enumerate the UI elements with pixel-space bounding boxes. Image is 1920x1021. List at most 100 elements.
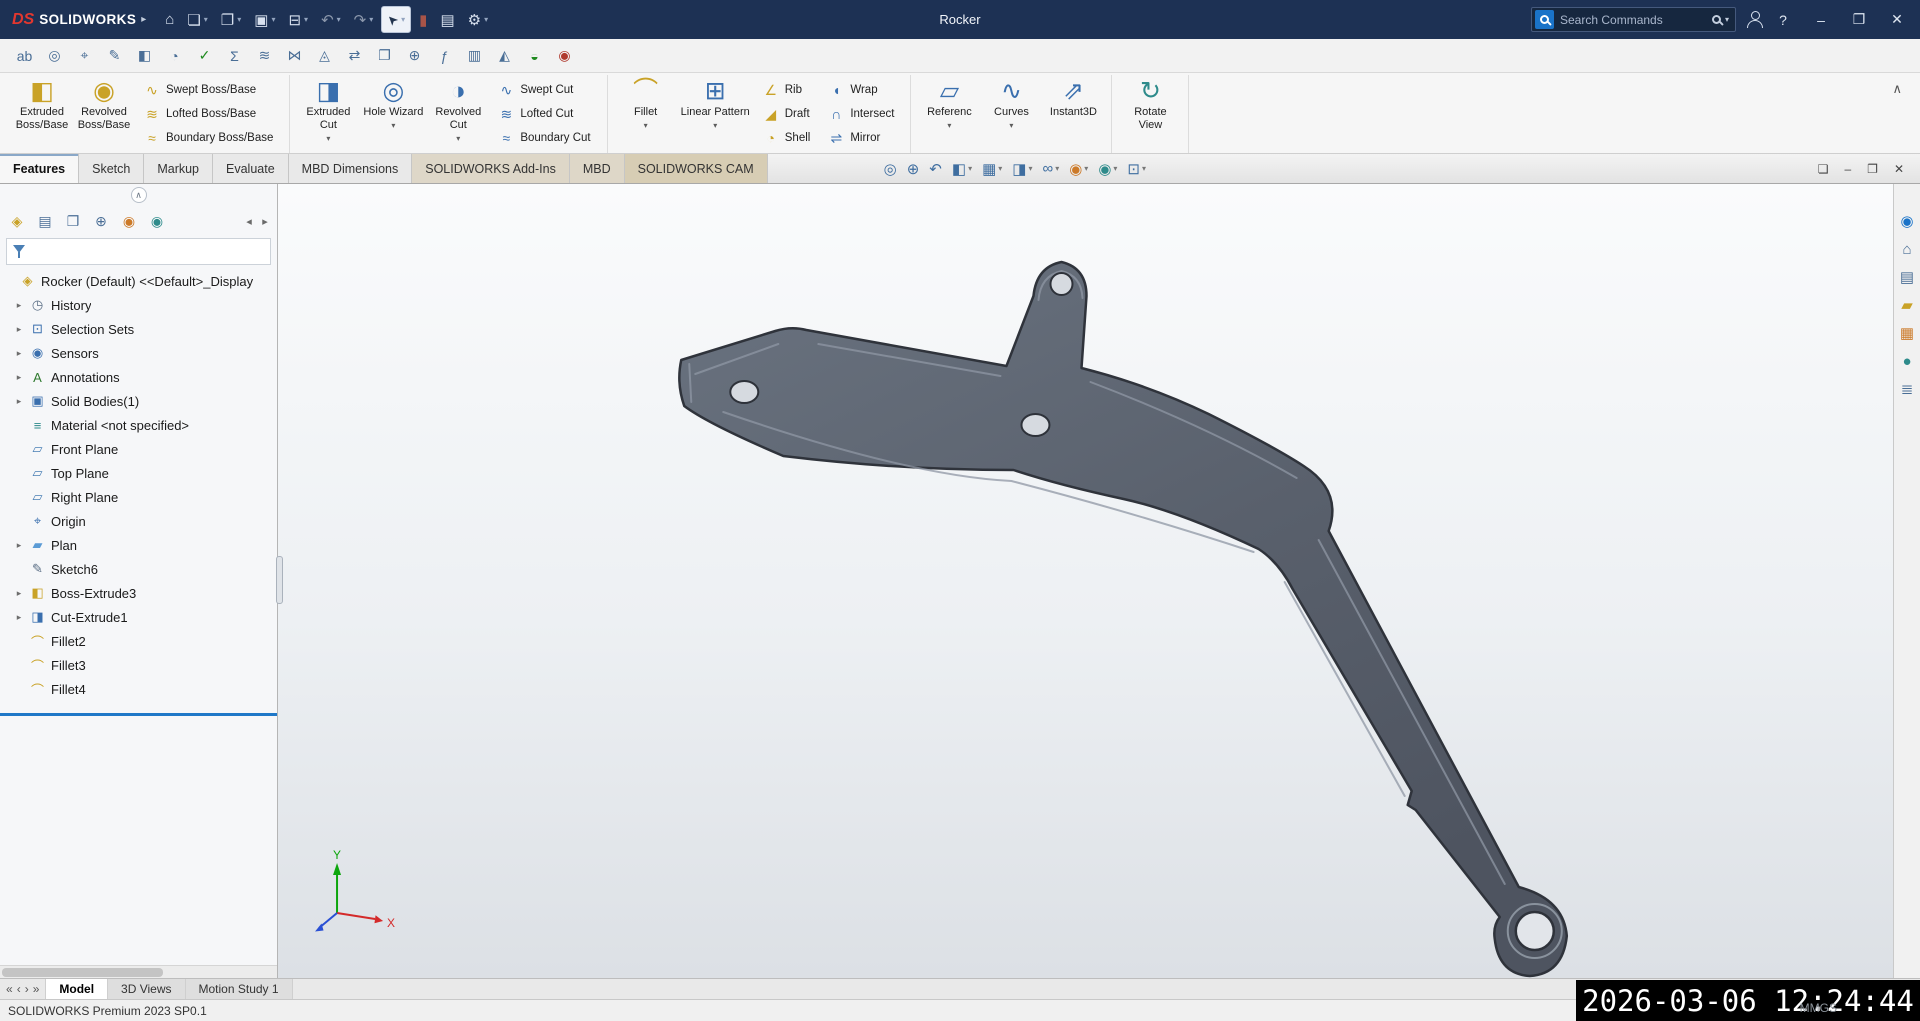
dropdown-caret-icon[interactable]: ▾ [337, 15, 341, 24]
tree-item-origin[interactable]: ▸ ⌖ Origin [0, 509, 277, 533]
threedexperience-icon[interactable]: ◉ [1900, 214, 1913, 229]
units-indicator[interactable]: MMGS [1800, 1001, 1837, 1015]
close-window-icon[interactable]: ✕ [1878, 0, 1916, 39]
statistics-icon[interactable]: ▥ [462, 43, 487, 68]
mass-properties-icon[interactable]: Σ [222, 43, 247, 68]
expand-arrow-icon[interactable]: ▸ [14, 372, 24, 383]
expand-arrow-icon[interactable]: ▸ [14, 324, 24, 335]
tree-item-rocker-root[interactable]: ▸ ◈ Rocker (Default) <<Default>_Display [0, 269, 277, 293]
swept-cut-button[interactable]: ∿ Swept Cut [494, 79, 594, 101]
tab-mbd[interactable]: MBD [570, 154, 625, 183]
dropdown-caret-icon[interactable]: ▾ [304, 15, 308, 24]
deviation-analysis-icon[interactable]: ◭ [492, 43, 517, 68]
dropdown-caret-icon[interactable]: ▾ [369, 15, 373, 24]
expand-arrow-icon[interactable]: ▸ [14, 396, 24, 407]
tree-item-right-plane[interactable]: ▸ ▱ Right Plane [0, 485, 277, 509]
sheet-tab-motion-study-1[interactable]: Motion Study 1 [186, 979, 293, 999]
featuremanager-tab-icon[interactable]: ◈ [5, 210, 29, 233]
close-doc-icon[interactable]: ✕ [1894, 162, 1904, 176]
last-tab-icon[interactable]: » [33, 982, 40, 996]
dropdown-caret-icon[interactable]: ▾ [644, 121, 648, 130]
file-explorer-icon[interactable]: ▰ [1901, 298, 1913, 313]
extruded-boss-base-button[interactable]: ◧ Extruded Boss/Base [11, 75, 73, 153]
tree-tabs-scroll-right-icon[interactable]: ▸ [258, 215, 272, 228]
user-account-icon[interactable] [1746, 11, 1764, 28]
new-file-icon[interactable]: ❏ ▾ [182, 6, 212, 33]
tree-item-plan-folder[interactable]: ▸ ▰ Plan [0, 533, 277, 557]
design-library-icon[interactable]: ▤ [1900, 270, 1914, 285]
mirror-button[interactable]: ⇌ Mirror [824, 127, 898, 149]
apply-scene-icon[interactable]: ◉ ▾ [1094, 156, 1121, 182]
previous-view-icon[interactable]: ↶ [925, 156, 946, 182]
tree-item-boss-extrude3[interactable]: ▸ ◧ Boss-Extrude3 [0, 581, 277, 605]
tab-mbd-dimensions[interactable]: MBD Dimensions [289, 154, 413, 183]
configurationmanager-tab-icon[interactable]: ❐ [61, 210, 85, 233]
logo-expand-arrow-icon[interactable]: ▸ [141, 14, 146, 25]
propertymanager-tab-icon[interactable]: ▤ [33, 210, 57, 233]
print-icon[interactable]: ⊟ ▾ [283, 6, 313, 33]
cam-tree-tab-icon[interactable]: ◉ [145, 210, 169, 233]
sheet-tab-3d-views[interactable]: 3D Views [108, 979, 185, 999]
hide-show-items-icon[interactable]: ∞ ▾ [1038, 156, 1063, 182]
tab-markup[interactable]: Markup [144, 154, 213, 183]
instant3d-button[interactable]: ⇗ Instant3D [1042, 75, 1104, 153]
expand-arrow-icon[interactable]: ▸ [14, 348, 24, 359]
search-commands-box[interactable]: Search Commands ▾ [1531, 7, 1736, 32]
tab-solidworks-addins[interactable]: SOLIDWORKS Add-Ins [412, 154, 570, 183]
tree-item-sketch6[interactable]: ▸ ✎ Sketch6 [0, 557, 277, 581]
tree-filter-input[interactable] [6, 238, 271, 265]
dropdown-caret-icon[interactable]: ▾ [1113, 164, 1117, 173]
open-file-icon[interactable]: ❐ ▾ [216, 6, 246, 33]
dropdown-caret-icon[interactable]: ▾ [1055, 164, 1059, 173]
panel-splitter[interactable] [276, 556, 283, 604]
zoom-fit-icon[interactable]: ◎ [880, 156, 901, 182]
rib-button[interactable]: ∠ Rib [759, 79, 815, 101]
expand-arrow-icon[interactable]: ▸ [14, 612, 24, 623]
spell-check-icon[interactable]: ab [12, 43, 37, 68]
dropdown-caret-icon[interactable]: ▾ [1009, 121, 1013, 130]
tree-item-top-plane[interactable]: ▸ ▱ Top Plane [0, 461, 277, 485]
new-doc-window-icon[interactable]: ❏ [1818, 162, 1829, 176]
revolved-cut-button[interactable]: ◑ Revolved Cut ▾ [427, 75, 489, 153]
custom-properties-icon[interactable]: ≣ [1901, 382, 1914, 397]
edit-appearance-icon[interactable]: ◉ ▾ [1065, 156, 1092, 182]
tree-tabs-scroll-left-icon[interactable]: ◂ [242, 215, 256, 228]
linear-pattern-button[interactable]: ⊞ Linear Pattern ▾ [677, 75, 754, 153]
tab-solidworks-cam[interactable]: SOLIDWORKS CAM [625, 154, 768, 183]
expand-arrow-icon[interactable]: ▸ [14, 540, 24, 551]
dropdown-caret-icon[interactable]: ▾ [998, 164, 1002, 173]
tree-item-fillet3[interactable]: ▸ ⌒ Fillet3 [0, 653, 277, 677]
equations-icon[interactable]: ƒ [432, 43, 457, 68]
save-icon[interactable]: ▣ ▾ [249, 6, 280, 33]
dropdown-caret-icon[interactable]: ▾ [456, 134, 460, 143]
tree-item-history[interactable]: ▸ ◷ History [0, 293, 277, 317]
dropdown-caret-icon[interactable]: ▾ [713, 121, 717, 130]
dropdown-caret-icon[interactable]: ▾ [947, 121, 951, 130]
dropdown-caret-icon[interactable]: ▾ [237, 15, 241, 24]
symmetry-check-icon[interactable]: ⋈ [282, 43, 307, 68]
dropdown-caret-icon[interactable]: ▾ [968, 164, 972, 173]
measure-icon[interactable]: ⌖ [72, 43, 97, 68]
hole-wizard-button[interactable]: ◎ Hole Wizard ▾ [359, 75, 427, 153]
restore-window-icon[interactable]: ❐ [1840, 0, 1878, 39]
dropdown-caret-icon[interactable]: ▾ [326, 134, 330, 143]
tree-item-cut-extrude1[interactable]: ▸ ◨ Cut-Extrude1 [0, 605, 277, 629]
lofted-boss-base-button[interactable]: ≋ Lofted Boss/Base [140, 103, 277, 125]
tree-item-sensors[interactable]: ▸ ◉ Sensors [0, 341, 277, 365]
revolved-boss-base-button[interactable]: ◉ Revolved Boss/Base [73, 75, 135, 153]
file-properties-icon[interactable]: ▮ [414, 6, 432, 33]
rotate-view-button[interactable]: ↻ Rotate View [1119, 75, 1181, 153]
expand-arrow-icon[interactable]: ▸ [14, 300, 24, 311]
costing-icon[interactable]: ◉ [552, 43, 577, 68]
dropdown-caret-icon[interactable]: ▾ [1028, 164, 1032, 173]
appearances-icon[interactable]: ● [1902, 354, 1911, 369]
dropdown-caret-icon[interactable]: ▾ [1142, 164, 1146, 173]
graphics-viewport[interactable]: Y X [278, 184, 1893, 978]
part-body[interactable] [679, 262, 1566, 976]
collapse-ribbon-icon[interactable]: ∧ [1878, 75, 1916, 103]
scrollbar-thumb[interactable] [2, 968, 163, 977]
tree-item-fillet2[interactable]: ▸ ⌒ Fillet2 [0, 629, 277, 653]
tab-evaluate[interactable]: Evaluate [213, 154, 289, 183]
tree-item-front-plane[interactable]: ▸ ▱ Front Plane [0, 437, 277, 461]
restore-doc-icon[interactable]: ❐ [1867, 162, 1878, 176]
